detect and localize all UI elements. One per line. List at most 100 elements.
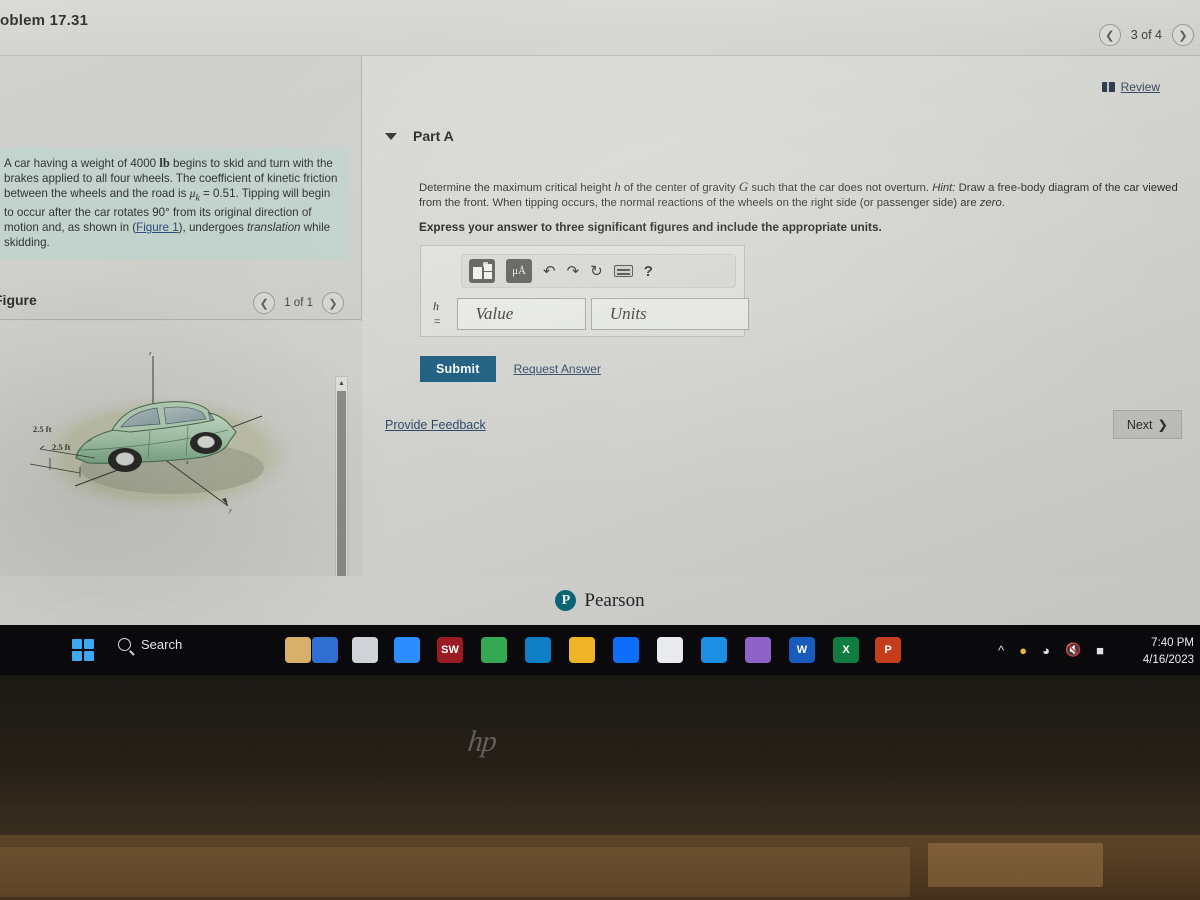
problem-pager: ❮ 3 of 4 ❯ — [1098, 24, 1194, 46]
statement-seg-4: ), undergoes — [178, 221, 247, 235]
redo-arrow-icon[interactable]: ↷ — [567, 264, 580, 279]
dimension-label-top: 2.5 ft — [33, 424, 52, 434]
question-seg-3: such that the car does not overturn. — [748, 182, 933, 194]
windows-start-icon[interactable] — [72, 639, 94, 661]
zero-emphasis: zero — [979, 197, 1002, 210]
answer-toolbar: μÅ ↶ ↷ ↻ ? — [461, 254, 736, 288]
math-template-icon[interactable] — [469, 259, 495, 283]
excel-icon-label: X — [842, 644, 850, 656]
part-a-header[interactable]: Part A — [385, 128, 454, 144]
file-explorer-icon[interactable] — [569, 637, 595, 663]
statement-seg-1: A car having a weight of 4000 — [4, 157, 160, 170]
chrome-icon[interactable] — [481, 637, 507, 663]
solidworks-icon[interactable]: SW — [437, 637, 463, 663]
figure-pager-label: 1 of 1 — [284, 297, 313, 309]
question-text: Determine the maximum critical height h … — [419, 178, 1199, 212]
wifi-icon[interactable]: ◕ — [1042, 643, 1050, 658]
answer-variable-label: h = — [433, 299, 442, 328]
windows-taskbar: Search SW W X P ^ ● ◕ 🔇 ■ 7:40 PM 4/16/2023 — [0, 625, 1200, 675]
scrollbar-up-arrow[interactable]: ▲ — [336, 377, 347, 389]
powerpoint-icon[interactable]: P — [875, 637, 901, 663]
review-link-group[interactable]: Review — [1101, 80, 1160, 94]
battery-icon[interactable]: ■ — [1096, 643, 1104, 658]
word-icon[interactable]: W — [789, 637, 815, 663]
next-button[interactable]: Next ❯ — [1112, 410, 1182, 439]
excel-icon[interactable]: X — [833, 637, 859, 663]
question-seg-2: of the center of gravity — [620, 182, 739, 194]
value-input[interactable]: Value — [456, 298, 586, 330]
question-seg-5: . — [1001, 197, 1005, 210]
submit-row: Submit Request Answer — [420, 356, 601, 382]
mu-value: = 0.51. — [199, 187, 242, 201]
zoom-icon[interactable] — [394, 637, 420, 663]
pearson-brand-name: Pearson — [584, 589, 645, 611]
undo-arrow-icon[interactable]: ↶ — [543, 264, 556, 279]
question-seg-1: Determine the maximum critical height — [419, 182, 615, 194]
problem-statement: A car having a weight of 4000 lb begins … — [0, 147, 350, 261]
system-tray: ^ ● ◕ 🔇 ■ — [998, 642, 1104, 658]
clock-date: 4/16/2023 — [1142, 653, 1194, 666]
paint-3d-icon[interactable] — [312, 637, 338, 663]
prev-problem-button[interactable]: ❮ — [1098, 24, 1121, 46]
microsoft-store-icon[interactable] — [657, 637, 683, 663]
figure-pager: ❮ 1 of 1 ❯ — [253, 292, 344, 314]
page-title: roblem 17.31 — [0, 12, 89, 29]
hp-logo: hp — [466, 725, 498, 758]
reset-circular-arrow-icon[interactable]: ↻ — [590, 264, 603, 279]
monitor-bezel-and-desk: hp — [0, 675, 1200, 900]
dimension-label-bottom: 2.5 ft — [52, 442, 71, 452]
monitor-screen: roblem 17.31 ❮ 3 of 4 ❯ A car having a w… — [0, 0, 1200, 625]
next-figure-button[interactable]: ❯ — [322, 292, 344, 314]
word-icon-label: W — [796, 644, 808, 656]
review-link[interactable]: Review — [1121, 80, 1160, 94]
caret-down-icon[interactable] — [385, 132, 397, 140]
provide-feedback-link[interactable]: Provide Feedback — [385, 418, 486, 432]
answer-field-row: h = Value Units — [433, 298, 750, 330]
keyboard-icon[interactable] — [613, 265, 633, 277]
speaker-muted-icon[interactable]: 🔇 — [1065, 642, 1081, 658]
book-icon — [1101, 82, 1115, 92]
pearson-footer: P Pearson — [0, 576, 1200, 625]
variable-G: G — [738, 179, 749, 194]
mail-icon[interactable] — [701, 637, 727, 663]
units-input[interactable]: Units — [590, 298, 750, 330]
question-mark-icon[interactable]: ? — [644, 263, 653, 280]
warning-badge-icon[interactable]: ● — [1019, 643, 1027, 658]
browser-top-bar: roblem 17.31 ❮ 3 of 4 ❯ — [0, 0, 1200, 56]
hint-label: Hint: — [932, 182, 956, 194]
car-diagram: z y x — [29, 351, 293, 514]
taskbar-search[interactable]: Search — [118, 637, 182, 652]
photograph-of-screen: roblem 17.31 ❮ 3 of 4 ❯ A car having a w… — [0, 0, 1200, 900]
next-button-label: Next — [1126, 417, 1153, 432]
svg-text:z: z — [148, 351, 152, 357]
snip-and-sketch-icon[interactable] — [285, 637, 311, 663]
next-problem-button[interactable]: ❯ — [1172, 24, 1194, 46]
svg-text:y: y — [228, 508, 232, 514]
figure-header: Figure ❮ 1 of 1 ❯ — [0, 284, 362, 320]
search-label: Search — [141, 637, 183, 652]
edge-icon[interactable] — [525, 637, 551, 663]
figure-1-link[interactable]: Figure 1 — [136, 221, 179, 234]
solidworks-icon-label: SW — [441, 644, 459, 656]
desk-surface-right — [928, 843, 1103, 887]
dropbox-icon[interactable] — [613, 637, 639, 663]
powerpoint-icon-label: P — [884, 644, 892, 656]
main-content: Review Part A Determine the maximum crit… — [363, 56, 1200, 576]
pearson-logo-icon: P — [555, 590, 577, 611]
clock-time: 7:40 PM — [1151, 637, 1194, 649]
chevron-right-icon: ❯ — [1157, 418, 1168, 432]
office-icon[interactable] — [745, 637, 771, 663]
chevron-up-icon[interactable]: ^ — [998, 643, 1004, 658]
search-icon — [118, 638, 131, 651]
answer-instruction: Express your answer to three significant… — [419, 220, 882, 234]
figure-title: Figure — [0, 292, 37, 308]
svg-text:x: x — [185, 460, 189, 466]
answer-widget: μÅ ↶ ↷ ↻ ? h = Value Units — [420, 245, 750, 337]
sticky-notes-icon[interactable] — [352, 637, 378, 663]
submit-button[interactable]: Submit — [420, 356, 496, 382]
prev-figure-button[interactable]: ❮ — [253, 292, 276, 314]
request-answer-link[interactable]: Request Answer — [514, 362, 601, 376]
micro-angstrom-units-icon[interactable]: μÅ — [506, 259, 532, 283]
desk-surface-left — [0, 847, 910, 897]
taskbar-clock[interactable]: 7:40 PM 4/16/2023 — [1143, 635, 1194, 668]
